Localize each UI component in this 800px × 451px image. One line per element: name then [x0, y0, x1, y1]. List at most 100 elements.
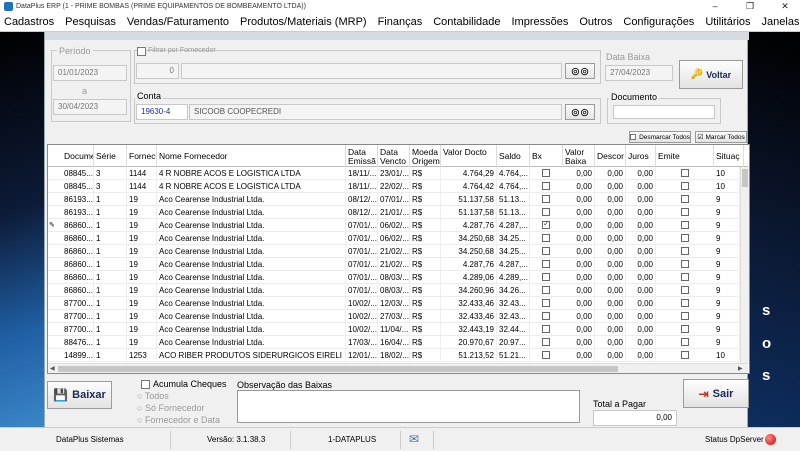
emite-cheque-checkbox[interactable]	[681, 338, 689, 346]
baixa-checkbox[interactable]	[542, 182, 550, 190]
col-juros[interactable]: Juros	[626, 145, 656, 167]
baixa-checkbox[interactable]	[542, 286, 550, 294]
emite-cheque-checkbox[interactable]	[681, 208, 689, 216]
data-baixa-input[interactable]: 27/04/2023	[605, 65, 673, 81]
marcar-todos-button[interactable]: ☑ Marcar Todos	[695, 131, 747, 143]
horizontal-scroll-thumb[interactable]	[58, 366, 618, 372]
radio-todos[interactable]: ○ Todos	[137, 391, 169, 401]
menu-utilitarios[interactable]: Utilitários	[705, 16, 750, 28]
scroll-right-icon[interactable]: ▶	[738, 365, 743, 372]
emite-cheque-checkbox[interactable]	[681, 260, 689, 268]
documento-input[interactable]	[613, 105, 715, 119]
observacao-textarea[interactable]	[237, 390, 580, 423]
minimize-button[interactable]: –	[700, 0, 730, 13]
baixa-checkbox[interactable]	[542, 247, 550, 255]
table-row[interactable]: 08845... 3 1144 4 R NOBRE ACOS E LOGISTICA …	[48, 167, 740, 180]
col-documento[interactable]: Docume	[62, 145, 94, 167]
menu-impressoes[interactable]: Impressões	[512, 16, 569, 28]
emite-cheque-checkbox[interactable]	[681, 286, 689, 294]
table-row[interactable]: 08845... 3 1144 4 R NOBRE ACOS E LOGISTICA …	[48, 180, 740, 193]
close-window-button[interactable]: ✕	[770, 0, 800, 13]
emite-cheque-checkbox[interactable]	[681, 312, 689, 320]
table-row[interactable]: 88476... 1 19 Aco Cearense Industrial Ltda.…	[48, 336, 740, 349]
baixa-checkbox[interactable]	[542, 195, 550, 203]
emite-cheque-checkbox[interactable]	[681, 299, 689, 307]
date-from-input[interactable]: 01/01/2023	[53, 65, 127, 81]
emite-cheque-checkbox[interactable]	[681, 325, 689, 333]
emite-cheque-checkbox[interactable]	[681, 182, 689, 190]
table-row[interactable]: 86860... 1 19 Aco Cearense Industrial Ltda.…	[48, 271, 740, 284]
table-row[interactable]: 86860... 1 19 Aco Cearense Industrial Ltda.…	[48, 258, 740, 271]
emite-cheque-checkbox[interactable]	[681, 247, 689, 255]
menu-cadastros[interactable]: Cadastros	[4, 16, 54, 28]
baixar-button[interactable]: 💾 Baixar	[47, 381, 112, 409]
radio-fornecedor-data[interactable]: ○ Fornecedor e Data	[137, 415, 220, 425]
col-desconto[interactable]: Descor	[595, 145, 626, 167]
baixa-checkbox[interactable]	[542, 260, 550, 268]
baixa-checkbox[interactable]	[542, 234, 550, 242]
baixa-checkbox[interactable]	[542, 312, 550, 320]
baixa-checkbox[interactable]	[542, 169, 550, 177]
baixa-checkbox[interactable]	[542, 325, 550, 333]
maximize-button[interactable]: ❐	[735, 0, 765, 13]
search-conta-button[interactable]: ⊚⊚	[565, 104, 595, 120]
table-row[interactable]: 86860... 1 19 Aco Cearense Industrial Ltda.…	[48, 284, 740, 297]
col-data-vencto[interactable]: Data Vencto	[378, 145, 410, 167]
col-bx[interactable]: Bx	[530, 145, 563, 167]
conta-code-input[interactable]: 19630-4	[136, 104, 188, 120]
baixa-checkbox[interactable]	[542, 219, 550, 229]
menu-financas[interactable]: Finanças	[378, 16, 423, 28]
radio-so-fornecedor[interactable]: ○ Só Fornecedor	[137, 403, 204, 413]
col-valor-baixa[interactable]: Valor Baixa	[563, 145, 595, 167]
menu-vendas[interactable]: Vendas/Faturamento	[127, 16, 229, 28]
table-row[interactable]: 86193... 1 19 Aco Cearense Industrial Ltda.…	[48, 206, 740, 219]
baixa-checkbox[interactable]	[542, 299, 550, 307]
emite-cheque-checkbox[interactable]	[681, 221, 689, 229]
menu-produtos[interactable]: Produtos/Materiais (MRP)	[240, 16, 367, 28]
col-moeda-origem[interactable]: Moeda Origem	[410, 145, 441, 167]
menu-janelas[interactable]: Janelas	[762, 16, 800, 28]
vertical-scroll-thumb[interactable]	[742, 169, 748, 187]
table-row[interactable]: ✎ 86860... 1 19 Aco Cearense Industrial Ltda…	[48, 219, 740, 232]
fornecedor-code-input[interactable]: 0	[136, 63, 179, 79]
voltar-button[interactable]: 🔑 Voltar	[679, 60, 743, 89]
emite-cheque-checkbox[interactable]	[681, 273, 689, 281]
col-nome-fornecedor[interactable]: Nome Fornecedor	[157, 145, 346, 167]
baixa-checkbox[interactable]	[542, 351, 550, 359]
col-emite-cheque[interactable]: Emite Cheque	[656, 145, 714, 167]
col-situacao[interactable]: Situaç	[714, 145, 744, 167]
table-row[interactable]: 86860... 1 19 Aco Cearense Industrial Ltda.…	[48, 245, 740, 258]
menu-pesquisas[interactable]: Pesquisas	[65, 16, 116, 28]
baixa-checkbox[interactable]	[542, 338, 550, 346]
horizontal-scrollbar[interactable]: ◀ ▶	[48, 363, 748, 373]
menu-contabilidade[interactable]: Contabilidade	[433, 16, 500, 28]
table-row[interactable]: 14899... 1 1253 ACO RIBER PRODUTOS SIDERURG…	[48, 349, 740, 362]
menu-outros[interactable]: Outros	[579, 16, 612, 28]
col-serie[interactable]: Série	[94, 145, 127, 167]
table-row[interactable]: 86193... 1 19 Aco Cearense Industrial Ltda.…	[48, 193, 740, 206]
col-valor-docto[interactable]: Valor Docto	[441, 145, 497, 167]
baixa-checkbox[interactable]	[542, 273, 550, 281]
emite-cheque-checkbox[interactable]	[681, 234, 689, 242]
emite-cheque-checkbox[interactable]	[681, 351, 689, 359]
baixa-checkbox[interactable]	[542, 208, 550, 216]
mail-icon[interactable]: ✉	[409, 432, 419, 446]
table-row[interactable]: 87700... 1 19 Aco Cearense Industrial Ltda.…	[48, 297, 740, 310]
date-to-input[interactable]: 30/04/2023	[53, 99, 127, 115]
vertical-scrollbar[interactable]	[740, 167, 749, 364]
menu-configuracoes[interactable]: Configurações	[623, 16, 694, 28]
sair-button[interactable]: ⇥ Sair	[683, 379, 749, 408]
titulos-table[interactable]: Docume Série Fornece Nome Fornecedor Dat…	[47, 144, 750, 374]
emite-cheque-checkbox[interactable]	[681, 169, 689, 177]
search-fornecedor-button[interactable]: ⊚⊚	[565, 63, 595, 79]
col-data-emissao[interactable]: Data Emissã	[346, 145, 378, 167]
table-row[interactable]: 87700... 1 19 Aco Cearense Industrial Ltda.…	[48, 323, 740, 336]
desmarcar-todos-button[interactable]: Desmarcar Todos	[629, 131, 691, 143]
acumula-cheques-checkbox[interactable]	[141, 380, 150, 389]
scroll-left-icon[interactable]: ◀	[50, 365, 55, 372]
col-fornecedor[interactable]: Fornece	[127, 145, 157, 167]
col-saldo[interactable]: Saldo	[497, 145, 530, 167]
filtrar-fornecedor-checkbox[interactable]	[137, 47, 146, 56]
table-row[interactable]: 86860... 1 19 Aco Cearense Industrial Ltda.…	[48, 232, 740, 245]
emite-cheque-checkbox[interactable]	[681, 195, 689, 203]
